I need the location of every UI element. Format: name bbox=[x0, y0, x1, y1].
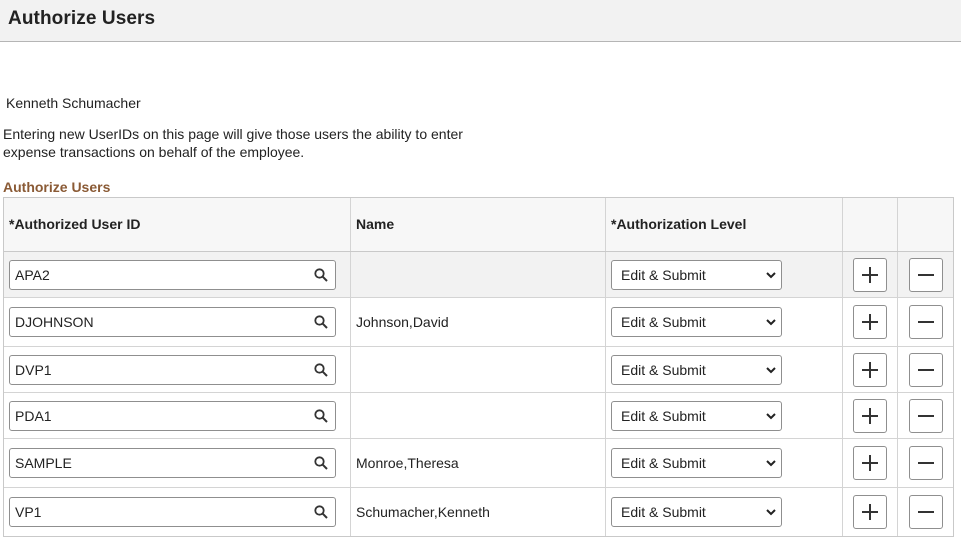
plus-icon bbox=[862, 504, 878, 520]
column-header-level: *Authorization Level bbox=[606, 198, 843, 251]
user-id-input[interactable]: DVP1 bbox=[9, 354, 336, 385]
search-icon[interactable] bbox=[314, 505, 328, 519]
employee-name: Kenneth Schumacher bbox=[6, 95, 141, 111]
table-row: PDA1 Edit & Submit bbox=[4, 393, 953, 439]
delete-row-button[interactable] bbox=[908, 352, 943, 387]
chevron-down-icon bbox=[766, 366, 776, 373]
minus-icon bbox=[917, 414, 934, 417]
table-row: SAMPLE Monroe,Theresa Edit & Submit bbox=[4, 439, 953, 488]
grid-header-row: *Authorized User ID Name *Authorization … bbox=[4, 198, 953, 252]
authorization-level-value: Edit & Submit bbox=[621, 314, 706, 330]
table-row: DJOHNSON Johnson,David Edit & Submit bbox=[4, 298, 953, 347]
user-id-value: SAMPLE bbox=[15, 455, 72, 471]
user-id-value: PDA1 bbox=[15, 407, 52, 424]
add-row-button[interactable] bbox=[853, 305, 887, 339]
chevron-down-icon bbox=[766, 319, 776, 326]
delete-row-button[interactable] bbox=[908, 446, 943, 480]
user-name: Monroe,Theresa bbox=[356, 455, 459, 471]
user-id-value: APA2 bbox=[15, 266, 50, 283]
search-icon[interactable] bbox=[314, 456, 328, 470]
authorization-level-select[interactable]: Edit & Submit bbox=[611, 259, 782, 290]
user-id-input[interactable]: APA2 bbox=[9, 259, 336, 290]
add-row-button[interactable] bbox=[853, 446, 887, 480]
authorization-level-select[interactable]: Edit & Submit bbox=[611, 400, 782, 431]
chevron-down-icon bbox=[766, 509, 776, 516]
delete-row-button[interactable] bbox=[908, 305, 943, 339]
authorize-users-grid: *Authorized User ID Name *Authorization … bbox=[3, 197, 954, 537]
minus-icon bbox=[917, 273, 934, 276]
plus-icon bbox=[862, 455, 878, 471]
search-icon[interactable] bbox=[314, 267, 328, 282]
plus-icon bbox=[862, 314, 878, 330]
user-id-input[interactable]: DJOHNSON bbox=[9, 307, 336, 337]
authorization-level-value: Edit & Submit bbox=[621, 361, 706, 378]
chevron-down-icon bbox=[766, 460, 776, 467]
minus-icon bbox=[917, 462, 934, 464]
minus-icon bbox=[917, 321, 934, 323]
column-header-add bbox=[843, 198, 898, 251]
minus-icon bbox=[917, 511, 934, 513]
delete-row-button[interactable] bbox=[908, 398, 943, 433]
user-id-input[interactable]: PDA1 bbox=[9, 400, 336, 431]
search-icon[interactable] bbox=[314, 362, 328, 377]
authorization-level-value: Edit & Submit bbox=[621, 455, 706, 471]
grid-title: Authorize Users bbox=[3, 179, 111, 195]
delete-row-button[interactable] bbox=[908, 495, 943, 529]
chevron-down-icon bbox=[766, 271, 776, 278]
chevron-down-icon bbox=[766, 412, 776, 419]
user-name: Johnson,David bbox=[356, 314, 449, 330]
table-row: DVP1 Edit & Submit bbox=[4, 347, 953, 393]
authorization-level-value: Edit & Submit bbox=[621, 266, 706, 283]
user-id-value: DVP1 bbox=[15, 361, 52, 378]
page-header: Authorize Users bbox=[0, 0, 961, 42]
authorization-level-value: Edit & Submit bbox=[621, 504, 706, 520]
add-row-button[interactable] bbox=[853, 352, 887, 387]
authorization-level-select[interactable]: Edit & Submit bbox=[611, 307, 782, 337]
search-icon[interactable] bbox=[314, 408, 328, 423]
search-icon[interactable] bbox=[314, 315, 328, 329]
delete-row-button[interactable] bbox=[908, 257, 943, 292]
user-id-input[interactable]: VP1 bbox=[9, 497, 336, 527]
column-header-user-id: *Authorized User ID bbox=[4, 198, 351, 251]
table-row: APA2 Edit & Submit bbox=[4, 252, 953, 298]
authorization-level-select[interactable]: Edit & Submit bbox=[611, 448, 782, 478]
user-name: Schumacher,Kenneth bbox=[356, 504, 490, 520]
table-row: VP1 Schumacher,Kenneth Edit & Submit bbox=[4, 488, 953, 536]
instructions-text: Entering new UserIDs on this page will g… bbox=[3, 126, 463, 160]
plus-icon bbox=[862, 407, 878, 424]
plus-icon bbox=[862, 361, 878, 378]
user-id-value: DJOHNSON bbox=[15, 314, 94, 330]
plus-icon bbox=[862, 266, 878, 283]
user-id-input[interactable]: SAMPLE bbox=[9, 448, 336, 478]
minus-icon bbox=[917, 368, 934, 371]
authorization-level-select[interactable]: Edit & Submit bbox=[611, 497, 782, 527]
column-header-name: Name bbox=[351, 198, 606, 251]
add-row-button[interactable] bbox=[853, 398, 887, 433]
column-header-delete bbox=[898, 198, 953, 251]
add-row-button[interactable] bbox=[853, 495, 887, 529]
authorization-level-value: Edit & Submit bbox=[621, 407, 706, 424]
authorization-level-select[interactable]: Edit & Submit bbox=[611, 354, 782, 385]
user-id-value: VP1 bbox=[15, 504, 42, 520]
add-row-button[interactable] bbox=[853, 257, 887, 292]
page-title: Authorize Users bbox=[8, 8, 156, 29]
